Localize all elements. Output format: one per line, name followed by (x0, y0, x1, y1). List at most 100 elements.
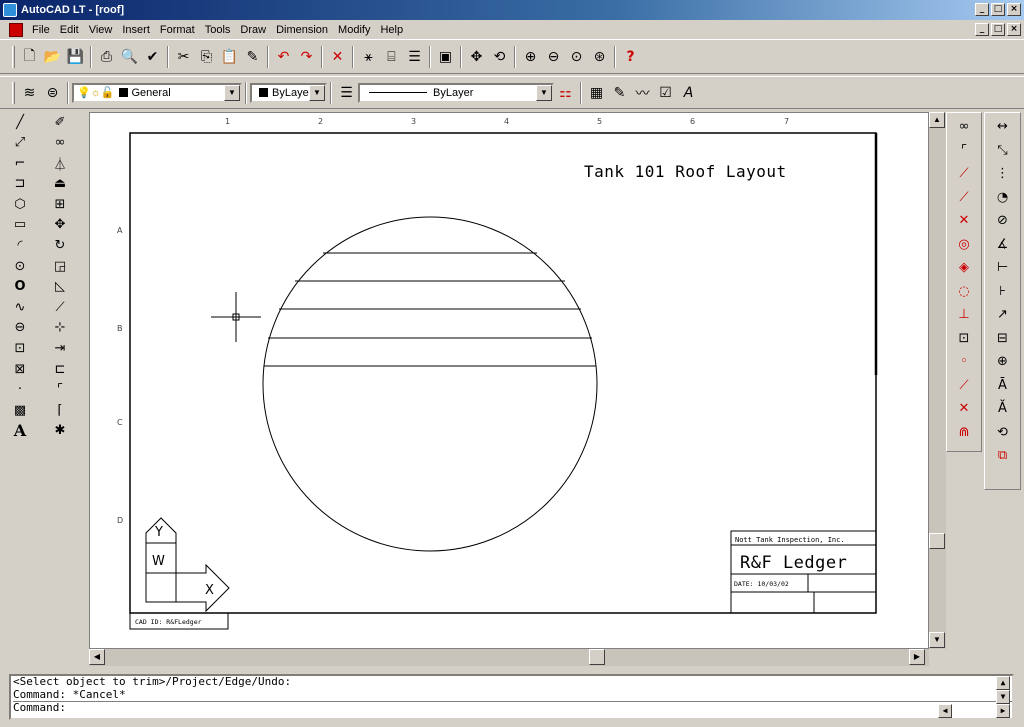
pan-icon[interactable]: ✥ (465, 46, 488, 68)
from-icon[interactable]: ⌜ (950, 139, 978, 163)
layer-dropdown[interactable]: 💡 ☼ 🔓 General ▼ (72, 82, 242, 103)
break-icon[interactable]: ⊏ (42, 359, 78, 379)
new-icon[interactable]: 🗋 (18, 46, 41, 68)
scroll-right-button[interactable]: ▶ (909, 649, 925, 665)
distance-icon[interactable]: ⌸ (380, 46, 403, 68)
preview-icon[interactable]: 🔍 (118, 46, 141, 68)
menu-insert[interactable]: Insert (117, 24, 155, 36)
tracking-icon[interactable]: ⚹ (357, 46, 380, 68)
snap-nearest-icon[interactable]: ⟋ (950, 374, 978, 398)
color-dropdown[interactable]: ByLayer ▼ (250, 82, 327, 103)
copy-object-icon[interactable]: ∞ (42, 133, 78, 153)
dimension-edit-icon[interactable]: Ā (989, 374, 1017, 398)
snap-midpoint-icon[interactable]: ⟋ (950, 186, 978, 210)
line-icon[interactable]: ╱ (2, 112, 38, 132)
snap-perpendicular-icon[interactable]: ⊥ (950, 303, 978, 327)
freehand-icon[interactable]: 〰 (631, 82, 654, 104)
aligned-dimension-icon[interactable]: ⤡ (989, 139, 1017, 163)
text-style-icon[interactable]: A (677, 82, 700, 104)
doc-minimize-button[interactable]: _ (975, 23, 989, 36)
document-icon[interactable] (9, 22, 23, 37)
center-mark-icon[interactable]: ⊕ (989, 350, 1017, 374)
command-scroll-left[interactable]: ◀ (938, 704, 952, 718)
menu-modify[interactable]: Modify (333, 24, 375, 36)
zoom-previous-icon[interactable]: ⊙ (565, 46, 588, 68)
scroll-left-button[interactable]: ◀ (89, 649, 105, 665)
construction-line-icon[interactable]: ⤢ (2, 133, 38, 153)
minimize-button[interactable]: _ (975, 3, 989, 16)
chevron-down-icon[interactable]: ▼ (536, 84, 552, 101)
arc-icon[interactable]: ◜ (2, 236, 38, 256)
menu-format[interactable]: Format (155, 24, 200, 36)
spell-icon[interactable]: ✔ (141, 46, 164, 68)
zoom-all-icon[interactable]: ⊛ (588, 46, 611, 68)
spline-icon[interactable]: ∿ (2, 297, 38, 317)
dimension-text-edit-icon[interactable]: Ă (989, 397, 1017, 421)
diameter-dimension-icon[interactable]: ⊘ (989, 209, 1017, 233)
point-icon[interactable]: · (2, 380, 38, 400)
chamfer-icon[interactable]: ⌜ (42, 380, 78, 400)
mirror-icon[interactable]: ⏃ (42, 153, 78, 173)
ordinate-dimension-icon[interactable]: ⋮ (989, 162, 1017, 186)
linetype-manager-icon[interactable]: ☰ (335, 82, 358, 104)
cut-icon[interactable]: ✂ (172, 46, 195, 68)
snap-endpoint-icon[interactable]: ⟋ (950, 162, 978, 186)
horizontal-scrollbar[interactable]: ◀ ▶ (89, 649, 929, 666)
radius-dimension-icon[interactable]: ◔ (989, 186, 1017, 210)
angular-dimension-icon[interactable]: ∡ (989, 233, 1017, 257)
explode-icon[interactable]: ✱ (42, 421, 78, 441)
linetype-icon[interactable]: ☰ (403, 46, 426, 68)
leader-icon[interactable]: ↗ (989, 303, 1017, 327)
redraw-icon[interactable]: ⟲ (488, 46, 511, 68)
chevron-down-icon[interactable]: ▼ (309, 84, 325, 101)
stretch-icon[interactable]: ◺ (42, 277, 78, 297)
toolbar-grip[interactable] (12, 45, 15, 68)
aerial-view-icon[interactable]: ▣ (434, 46, 457, 68)
offset-icon[interactable]: ⏏ (42, 174, 78, 194)
menu-edit[interactable]: Edit (55, 24, 84, 36)
command-scroll-right[interactable]: ▶ (996, 704, 1010, 718)
linetype-dropdown[interactable]: ByLayer ▼ (358, 82, 554, 103)
snap-intersection-icon[interactable]: ✕ (950, 209, 978, 233)
save-icon[interactable]: 💾 (64, 46, 87, 68)
doc-close-button[interactable]: × (1007, 23, 1021, 36)
donut-icon[interactable]: O (2, 277, 38, 297)
make-current-icon[interactable]: ⊜ (41, 82, 64, 104)
dim-style-icon[interactable]: ▦ (585, 82, 608, 104)
polygon-icon[interactable]: ⬡ (2, 194, 38, 214)
hatch-icon[interactable]: ▩ (2, 400, 38, 420)
3d-polyline-icon[interactable]: ⊐ (2, 174, 38, 194)
linear-dimension-icon[interactable]: ↔ (989, 115, 1017, 139)
menu-dimension[interactable]: Dimension (271, 24, 333, 36)
insert-block-icon[interactable]: ⊡ (2, 339, 38, 359)
osnap-settings-icon[interactable]: ⋒ (950, 421, 978, 445)
check-icon[interactable]: ☑ (654, 82, 677, 104)
menu-view[interactable]: View (84, 24, 118, 36)
scroll-up-button[interactable]: ▲ (929, 112, 945, 128)
rectangle-icon[interactable]: ▭ (2, 215, 38, 235)
continue-dimension-icon[interactable]: ⊦ (989, 280, 1017, 304)
zoom-realtime-icon[interactable]: ⊖ (542, 46, 565, 68)
close-button[interactable]: × (1007, 3, 1021, 16)
doc-restore-button[interactable]: □ (991, 23, 1005, 36)
command-window[interactable]: <Select object to trim>/Project/Edge/Und… (9, 674, 1014, 720)
erase-icon[interactable]: ✐ (42, 112, 78, 132)
zoom-window-icon[interactable]: ⊕ (519, 46, 542, 68)
ellipse-icon[interactable]: ⊖ (2, 318, 38, 338)
snap-none-icon[interactable]: ✕ (950, 397, 978, 421)
pencil-icon[interactable]: ✎ (608, 82, 631, 104)
menu-file[interactable]: File (27, 24, 55, 36)
dimension-update-icon[interactable]: ⟲ (989, 421, 1017, 445)
print-icon[interactable]: ⎙ (95, 46, 118, 68)
make-block-icon[interactable]: ⊠ (2, 359, 38, 379)
lengthen-icon[interactable]: ⟋ (42, 297, 78, 317)
baseline-dimension-icon[interactable]: ⊢ (989, 256, 1017, 280)
redo-icon[interactable]: ↷ (295, 46, 318, 68)
scroll-down-button[interactable]: ▼ (929, 632, 945, 648)
array-icon[interactable]: ⊞ (42, 194, 78, 214)
menu-help[interactable]: Help (375, 24, 408, 36)
command-scroll-down[interactable]: ▼ (996, 690, 1010, 704)
move-icon[interactable]: ✥ (42, 215, 78, 235)
tracking-icon[interactable]: ∞ (950, 115, 978, 139)
fillet-icon[interactable]: ⌈ (42, 400, 78, 420)
